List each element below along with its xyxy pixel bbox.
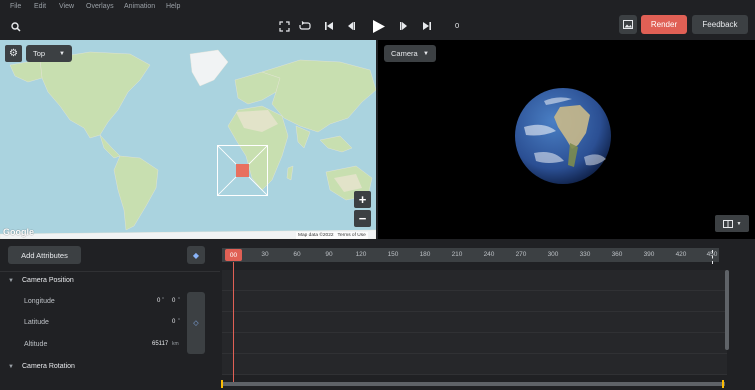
map-attribution: Map data ©2022 Terms of Use — [296, 232, 368, 239]
timeline-track[interactable] — [222, 291, 727, 312]
camera-select-label: Camera — [391, 49, 418, 58]
zoom-in-button[interactable]: + — [354, 191, 371, 208]
layout-toggle-button[interactable]: ▼ — [715, 215, 749, 232]
tick-label: 420 — [675, 251, 687, 258]
render-button[interactable]: Render — [641, 15, 687, 34]
unit-label: ° — [162, 297, 164, 303]
divider — [0, 271, 220, 272]
menu-file[interactable]: File — [10, 3, 21, 10]
tick-label: 390 — [643, 251, 655, 258]
view-select-label: Top — [33, 49, 46, 58]
range-end-handle[interactable] — [722, 380, 724, 388]
altitude-unit: km — [172, 341, 179, 347]
collapse-icon[interactable]: ▼ — [8, 278, 14, 284]
camera-rotation-label: Camera Rotation — [22, 363, 75, 370]
range-start-handle[interactable] — [221, 380, 223, 388]
tick-label: 150 — [387, 251, 399, 258]
longitude-label: Longitude — [24, 298, 55, 305]
camera-position-label: Camera Position — [22, 277, 74, 284]
image-icon — [623, 20, 633, 29]
search-icon[interactable] — [9, 20, 23, 34]
loop-icon[interactable] — [298, 19, 312, 33]
camera-select[interactable]: Camera ▼ — [384, 45, 436, 62]
attribution-text: Map data ©2022 — [298, 233, 334, 238]
end-marker — [712, 250, 714, 264]
camera-frustum[interactable] — [217, 145, 268, 196]
timeline-track[interactable] — [222, 333, 727, 354]
skip-to-start-icon[interactable] — [322, 19, 336, 33]
menu-bar: File Edit View Overlays Animation Help — [0, 0, 755, 14]
tick-label: 90 — [325, 251, 333, 258]
tick-label: 330 — [579, 251, 591, 258]
world-map — [0, 49, 376, 239]
tick-label: 240 — [483, 251, 495, 258]
tick-label: 180 — [419, 251, 431, 258]
latitude-value[interactable]: 0 — [172, 319, 175, 325]
menu-edit[interactable]: Edit — [34, 3, 46, 10]
split-view-icon — [722, 219, 733, 228]
attributes-panel: Add Attributes ◆ ▼ Camera Position Longi… — [0, 239, 220, 390]
playhead-line — [233, 262, 234, 384]
map-view[interactable]: Top ▼ ⚙ + − Google Map data ©2022 Terms … — [0, 40, 376, 239]
globe — [515, 88, 611, 184]
menu-view[interactable]: View — [59, 3, 74, 10]
timeline-range-bar[interactable] — [222, 382, 725, 386]
timeline-track[interactable] — [222, 354, 727, 375]
altitude-value[interactable]: 65117 — [152, 341, 168, 347]
chevron-down-icon: ▼ — [423, 50, 429, 57]
tick-label: 60 — [293, 251, 301, 258]
gear-icon[interactable]: ⚙ — [5, 45, 22, 62]
menu-animation[interactable]: Animation — [124, 3, 155, 10]
step-forward-icon[interactable] — [397, 19, 411, 33]
keyframe-toggle-icon[interactable]: ◇ — [187, 292, 205, 354]
unit-label: ° — [178, 318, 180, 324]
google-logo: Google — [3, 227, 34, 237]
latitude-label: Latitude — [24, 319, 49, 326]
fullscreen-icon[interactable] — [277, 19, 291, 33]
chevron-down-icon: ▼ — [736, 220, 742, 227]
skip-to-end-icon[interactable] — [420, 19, 434, 33]
timeline-track[interactable] — [222, 312, 727, 333]
keyframe-nav-icon[interactable]: ◆ — [187, 246, 205, 264]
unit-label: ° — [178, 297, 180, 303]
feedback-button[interactable]: Feedback — [692, 15, 748, 34]
play-icon[interactable] — [370, 17, 388, 35]
tick-label: 210 — [451, 251, 463, 258]
camera-marker[interactable] — [236, 164, 249, 177]
add-attributes-button[interactable]: Add Attributes — [8, 246, 81, 264]
playhead-label[interactable]: 00 — [225, 249, 242, 261]
scrollbar[interactable] — [725, 270, 729, 350]
camera-view[interactable]: Camera ▼ ▼ — [378, 40, 755, 239]
tick-label: 270 — [515, 251, 527, 258]
view-select[interactable]: Top ▼ — [26, 45, 72, 62]
image-export-button[interactable] — [619, 15, 637, 34]
frame-counter: 0 — [455, 21, 460, 30]
tick-label: 30 — [261, 251, 269, 258]
longitude-degrees[interactable]: 0 — [157, 298, 160, 304]
altitude-label: Altitude — [24, 341, 48, 348]
chevron-down-icon: ▼ — [59, 50, 65, 57]
tick-label: 120 — [355, 251, 367, 258]
step-back-icon[interactable] — [344, 19, 358, 33]
tick-label: 300 — [547, 251, 559, 258]
timeline-track[interactable] — [222, 270, 727, 291]
tick-label: 360 — [611, 251, 623, 258]
collapse-icon[interactable]: ▼ — [8, 364, 14, 370]
terms-link[interactable]: Terms of Use — [338, 233, 366, 238]
longitude-minutes[interactable]: 0 — [172, 298, 175, 304]
zoom-out-button[interactable]: − — [354, 210, 371, 227]
menu-help[interactable]: Help — [166, 3, 180, 10]
menu-overlays[interactable]: Overlays — [86, 3, 114, 10]
